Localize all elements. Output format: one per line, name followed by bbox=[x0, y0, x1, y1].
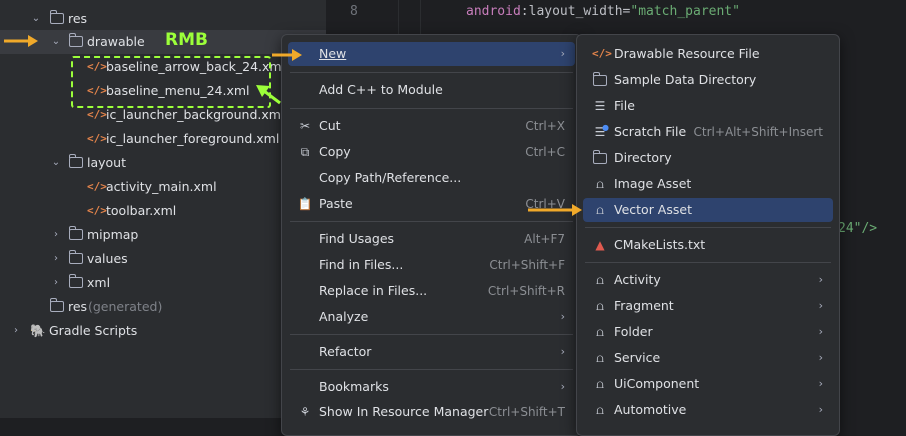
arrow-to-vector-asset bbox=[528, 204, 582, 216]
arrow-to-drawable bbox=[4, 35, 38, 47]
arrow-to-selection bbox=[256, 85, 281, 105]
arrow-to-new bbox=[272, 49, 302, 61]
annotation-arrows bbox=[4, 35, 582, 216]
